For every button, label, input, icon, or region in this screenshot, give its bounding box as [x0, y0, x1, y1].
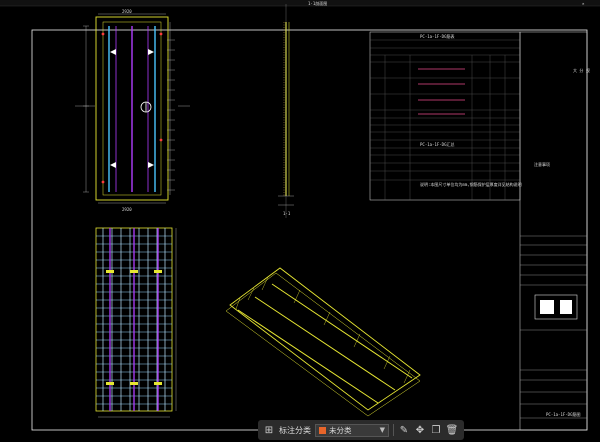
rebar-table — [369, 31, 521, 201]
title-vertical-text: 大 分 规 — [573, 67, 590, 73]
rebar-table-header: PC-1a-1F-DG筋表 — [420, 33, 455, 39]
category-dropdown[interactable]: 未分类 ▼ — [315, 423, 389, 437]
section-label: 1-1 — [283, 211, 291, 216]
move-icon[interactable]: ✥ — [414, 424, 426, 436]
drawing-name-tag: PC-1a-1F-DG筋图 — [546, 411, 581, 417]
annotation-toolbar: ⊞ 标注分类 未分类 ▼ ✎ ✥ ❐ 🗑 — [258, 420, 464, 440]
category-value: 未分类 — [329, 425, 352, 435]
title-block — [519, 31, 588, 431]
top-label: 1-1剖面图 — [308, 0, 327, 6]
drawing-frame — [31, 29, 588, 431]
edit-icon[interactable]: ✎ — [398, 424, 410, 436]
table-note: 说明:本图尺寸单位均为mm,钢筋保护层厚度详见结构说明 — [420, 181, 522, 187]
toolbar-divider — [393, 424, 394, 436]
delete-icon[interactable]: 🗑 — [446, 424, 459, 436]
chevron-down-icon: ▼ — [379, 426, 385, 434]
plan-dim-bottom: 2920 — [122, 207, 132, 212]
plan-dim-top: 2920 — [122, 9, 132, 14]
summary-table-header: PC-1a-1F-DG汇总 — [420, 141, 455, 147]
right-note: 注意事项 — [534, 161, 550, 167]
rebar-plan — [95, 227, 177, 418]
grid-icon[interactable]: ⊞ — [263, 424, 275, 436]
cad-drawing-canvas[interactable]: 1-1剖面图 ✕ 2920 2920 1-1 PC-1a-1F-DG筋表 PC-… — [0, 0, 600, 442]
plan-view — [75, 13, 190, 204]
section-view — [278, 4, 294, 218]
mark-category-label: 标注分类 — [279, 425, 311, 435]
category-color-swatch — [319, 426, 326, 434]
isometric-view — [225, 267, 421, 417]
top-window-strip — [0, 0, 600, 6]
copy-icon[interactable]: ❐ — [430, 424, 442, 436]
